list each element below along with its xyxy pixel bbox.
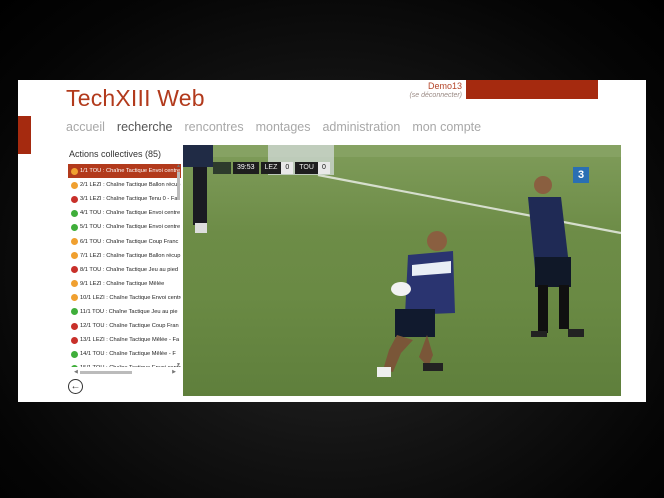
- competition-logo-icon: [213, 162, 231, 174]
- list-item-label: 14/1 TOU : Chaîne Tactique Mêlée - F: [80, 351, 176, 358]
- status-dot-icon: [71, 322, 78, 330]
- list-item-label: 11/1 TOU : Chaîne Tactique Jeu au pie: [80, 308, 178, 315]
- status-dot-icon: [71, 238, 78, 246]
- nav-administration[interactable]: administration: [322, 120, 400, 134]
- list-item[interactable]: 3/1 LEZI : Chaîne Tactique Tenu 0 - Fa: [68, 192, 181, 206]
- list-item-label: 15/1 TOU : Chaîne Tactique Envoi centre: [80, 365, 181, 367]
- scoreboard: 39:53 LEZ 0 TOU 0: [213, 162, 330, 174]
- list-item[interactable]: 14/1 TOU : Chaîne Tactique Mêlée - F: [68, 347, 181, 361]
- status-dot-icon: [71, 294, 78, 302]
- list-item[interactable]: 10/1 LEZI : Chaîne Tactique Envoi centre: [68, 291, 181, 305]
- list-item-label: 2/1 LEZI : Chaîne Tactique Ballon récup: [80, 182, 181, 189]
- status-dot-icon: [71, 350, 78, 358]
- list-horizontal-scrollbar[interactable]: ◀ ▶: [74, 369, 176, 375]
- list-item[interactable]: 2/1 LEZI : Chaîne Tactique Ballon récup: [68, 178, 181, 192]
- list-item[interactable]: 8/1 TOU : Chaîne Tactique Jeu au pied: [68, 263, 181, 277]
- status-dot-icon: [71, 308, 78, 316]
- list-item-label: 8/1 TOU : Chaîne Tactique Jeu au pied: [80, 266, 179, 273]
- list-item-label: 10/1 LEZI : Chaîne Tactique Envoi centre: [80, 294, 181, 301]
- logout-link[interactable]: (se déconnecter): [409, 92, 462, 99]
- list-item-label: 6/1 TOU : Chaîne Tactique Coup Franc: [80, 238, 179, 245]
- list-item-label: 1/1 TOU : Chaîne Tactique Envoi centre: [80, 168, 181, 175]
- status-dot-icon: [71, 336, 78, 344]
- match-clock: 39:53: [233, 162, 259, 174]
- team-home: LEZ: [260, 162, 282, 174]
- list-item-label: 3/1 LEZI : Chaîne Tactique Tenu 0 - Fa: [80, 196, 178, 203]
- list-item-label: 4/1 TOU : Chaîne Tactique Envoi centre: [80, 210, 181, 217]
- score-away: 0: [317, 162, 330, 174]
- list-item-label: 7/1 LEZI : Chaîne Tactique Ballon récup: [80, 252, 181, 259]
- status-dot-icon: [71, 181, 78, 189]
- list-item[interactable]: 13/1 LEZI : Chaîne Tactique Mêlée - Fa: [68, 333, 181, 347]
- team-away: TOU: [295, 162, 318, 174]
- list-item[interactable]: 15/1 TOU : Chaîne Tactique Envoi centre: [68, 361, 181, 367]
- list-item-label: 12/1 TOU : Chaîne Tactique Coup Fran: [80, 323, 179, 330]
- list-vertical-scrollbar[interactable]: ▲ ▼: [176, 163, 181, 368]
- list-item-label: 5/1 TOU : Chaîne Tactique Envoi centre: [80, 224, 181, 231]
- app-title: TechXIII Web: [66, 85, 205, 111]
- scroll-thumb-horizontal[interactable]: [80, 371, 132, 374]
- list-item[interactable]: 12/1 TOU : Chaîne Tactique Coup Fran: [68, 319, 181, 333]
- list-item[interactable]: 6/1 TOU : Chaîne Tactique Coup Franc: [68, 234, 181, 248]
- list-item[interactable]: 5/1 TOU : Chaîne Tactique Envoi centre: [68, 220, 181, 234]
- main-nav: accueil recherche rencontres montages ad…: [66, 120, 481, 134]
- status-dot-icon: [71, 280, 78, 288]
- list-item-label: 9/1 LEZI : Chaîne Tactique Mêlée: [80, 280, 165, 287]
- scroll-left-icon[interactable]: ◀: [74, 369, 78, 375]
- rugby-field-illustration: [183, 145, 621, 377]
- user-bar: [466, 80, 598, 99]
- nav-mon-compte[interactable]: mon compte: [412, 120, 481, 134]
- nav-accueil[interactable]: accueil: [66, 120, 105, 134]
- score-home: 0: [281, 162, 294, 174]
- back-arrow-icon[interactable]: ←: [68, 379, 83, 394]
- actions-list: 1/1 TOU : Chaîne Tactique Envoi centre 2/…: [68, 164, 181, 367]
- channel-logo: 3: [573, 167, 589, 183]
- scroll-down-icon[interactable]: ▼: [176, 362, 181, 368]
- video-player[interactable]: 39:53 LEZ 0 TOU 0 3: [183, 145, 621, 396]
- user-name: Demo13: [427, 81, 462, 91]
- status-dot-icon: [71, 209, 78, 217]
- scroll-thumb-vertical[interactable]: [177, 172, 180, 200]
- status-dot-icon: [71, 223, 78, 231]
- status-dot-icon: [71, 195, 78, 203]
- list-item[interactable]: 9/1 LEZI : Chaîne Tactique Mêlée: [68, 277, 181, 291]
- status-dot-icon: [71, 167, 78, 175]
- list-item-label: 13/1 LEZI : Chaîne Tactique Mêlée - Fa: [80, 337, 180, 344]
- app-window: Demo13 (se déconnecter) TechXIII Web acc…: [18, 80, 646, 402]
- list-item[interactable]: 11/1 TOU : Chaîne Tactique Jeu au pie: [68, 305, 181, 319]
- list-item[interactable]: 7/1 LEZI : Chaîne Tactique Ballon récup: [68, 249, 181, 263]
- accent-tab: [18, 116, 31, 154]
- scroll-up-icon[interactable]: ▲: [176, 163, 181, 169]
- status-dot-icon: [71, 252, 78, 260]
- nav-montages[interactable]: montages: [256, 120, 311, 134]
- list-item[interactable]: 4/1 TOU : Chaîne Tactique Envoi centre: [68, 206, 181, 220]
- list-item[interactable]: 1/1 TOU : Chaîne Tactique Envoi centre: [68, 164, 181, 179]
- scroll-right-icon[interactable]: ▶: [172, 369, 176, 375]
- actions-list-title: Actions collectives (85): [69, 149, 162, 159]
- nav-recherche[interactable]: recherche: [117, 120, 173, 134]
- status-dot-icon: [71, 266, 78, 274]
- nav-rencontres[interactable]: rencontres: [185, 120, 244, 134]
- status-dot-icon: [71, 364, 78, 367]
